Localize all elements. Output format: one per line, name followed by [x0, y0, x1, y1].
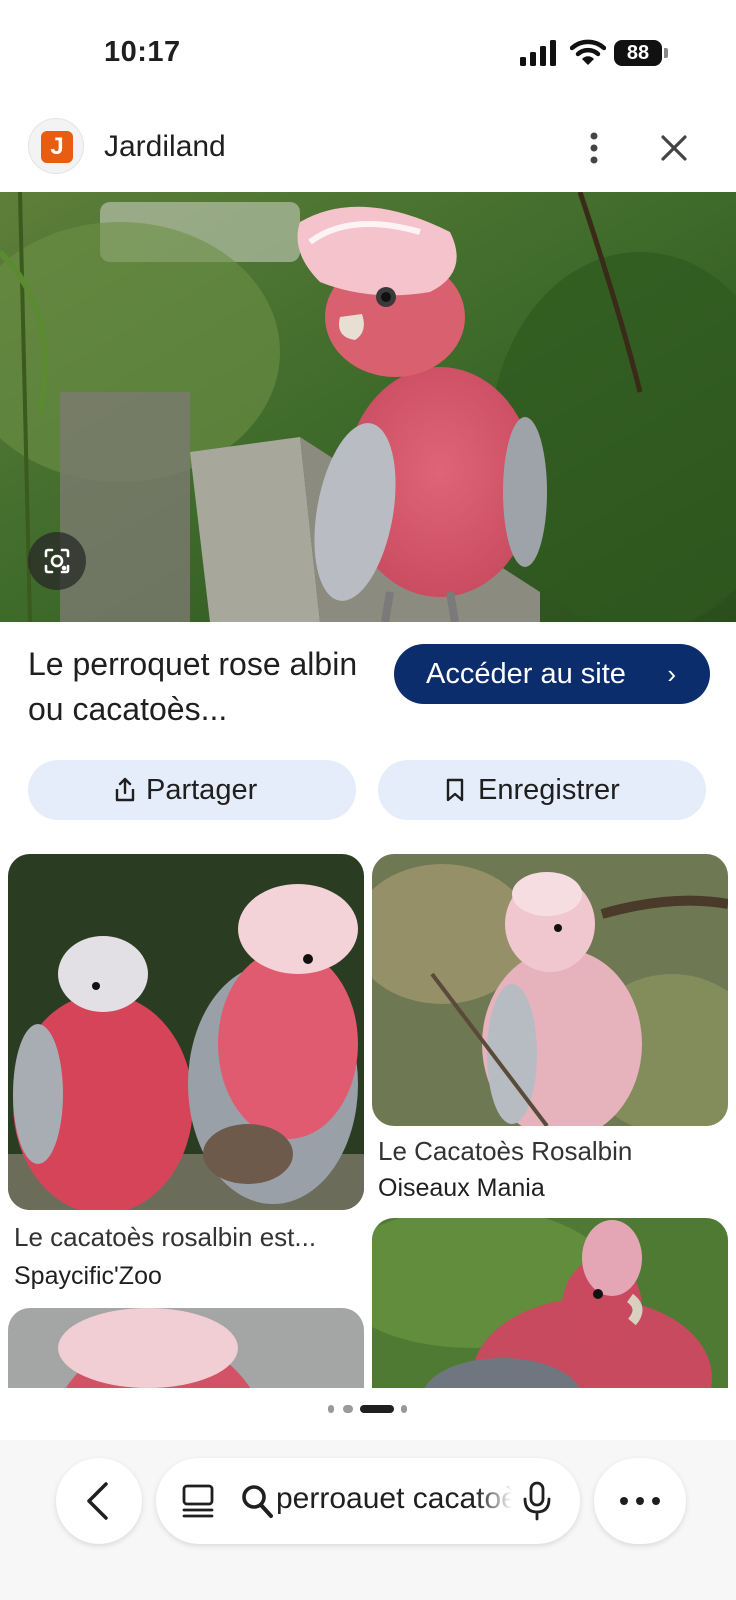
related-source-2: Oiseaux Mania	[378, 1174, 545, 1202]
related-image-4[interactable]	[372, 1218, 728, 1388]
microphone-icon[interactable]	[520, 1480, 554, 1522]
cellular-signal-icon	[520, 40, 556, 66]
save-button[interactable]: Enregistrer	[378, 760, 706, 820]
favicon-letter: J	[41, 131, 73, 163]
overflow-menu-button[interactable]	[594, 1458, 686, 1544]
galah-cockatoo-photo	[0, 192, 736, 622]
back-button[interactable]	[56, 1458, 142, 1544]
tabs-icon[interactable]	[180, 1482, 216, 1520]
status-time: 10:17	[104, 36, 181, 68]
back-chevron-icon	[87, 1482, 108, 1520]
close-icon[interactable]	[650, 124, 698, 172]
google-lens-button[interactable]	[28, 532, 86, 590]
site-header: J Jardiland	[0, 112, 736, 188]
more-vertical-icon[interactable]	[570, 124, 618, 172]
related-title-2[interactable]: Le Cacatoès Rosalbin	[378, 1136, 632, 1167]
battery-tip	[664, 48, 668, 58]
galah-on-grass-photo	[372, 1218, 728, 1388]
related-image-1[interactable]	[8, 854, 364, 1210]
lens-icon	[44, 548, 70, 574]
related-source-1: Spaycific'Zoo	[14, 1262, 162, 1290]
site-name[interactable]: Jardiland	[104, 130, 226, 164]
share-button[interactable]: Partager	[28, 760, 356, 820]
page-dot-2	[343, 1405, 353, 1413]
related-title-1[interactable]: Le cacatoès rosalbin est...	[14, 1222, 316, 1253]
share-icon	[115, 777, 135, 802]
wifi-icon	[570, 39, 606, 65]
galah-on-branch-photo	[372, 854, 728, 1126]
visit-site-button[interactable]: Accéder au site ›	[394, 644, 710, 704]
share-label: Partager	[146, 774, 258, 806]
save-label: Enregistrer	[478, 774, 620, 806]
search-icon	[242, 1485, 273, 1518]
page-indicator	[0, 1402, 736, 1416]
chevron-right-icon: ›	[667, 659, 676, 689]
page-dot-1	[328, 1405, 334, 1413]
battery-level: 88	[614, 40, 662, 66]
bottom-toolbar: perroauet cacatoès	[0, 1440, 736, 1600]
two-galahs-photo	[8, 854, 364, 1210]
bookmark-icon	[446, 778, 464, 802]
visit-site-label: Accéder au site	[426, 658, 626, 690]
related-images-grid: Le cacatoès rosalbin est... Spaycific'Zo…	[0, 852, 736, 1388]
result-title[interactable]: Le perroquet rose albin ou cacatoès...	[28, 642, 368, 732]
related-image-3[interactable]	[8, 1308, 364, 1388]
search-query[interactable]: perroauet cacatoès	[276, 1482, 512, 1516]
site-favicon[interactable]: J	[28, 118, 84, 174]
more-horizontal-icon	[620, 1497, 660, 1505]
galah-closeup-photo	[8, 1308, 364, 1388]
status-bar: 10:17 88	[0, 0, 736, 100]
page-dot-4	[401, 1405, 407, 1413]
battery-icon: 88	[614, 40, 668, 66]
related-image-2[interactable]	[372, 854, 728, 1126]
main-image[interactable]	[0, 192, 736, 622]
page-dot-active	[360, 1405, 394, 1413]
search-bar[interactable]: perroauet cacatoès	[156, 1458, 580, 1544]
